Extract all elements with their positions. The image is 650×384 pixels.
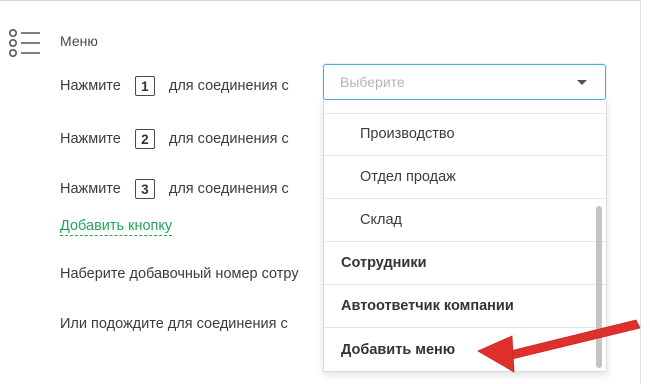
destination-select[interactable]: Выберите xyxy=(323,64,606,100)
key-row-2: Нажмите 2 для соединения с xyxy=(60,127,289,151)
row-prefix: Нажмите xyxy=(60,131,121,147)
right-divider xyxy=(640,0,641,384)
menu-title: Меню xyxy=(60,33,98,49)
dropdown-option-sales[interactable]: Отдел продаж xyxy=(324,156,606,199)
row-prefix: Нажмите xyxy=(60,181,121,197)
option-label: Производство xyxy=(360,126,455,142)
row-suffix: для соединения с xyxy=(168,181,289,197)
option-label: Сотрудники xyxy=(341,255,427,271)
select-placeholder: Выберите xyxy=(340,74,405,90)
row-prefix: Нажмите xyxy=(60,78,121,94)
select-dropdown: Производство Отдел продаж Склад Сотрудни… xyxy=(323,100,607,372)
dropdown-option-add-menu[interactable]: Добавить меню xyxy=(324,328,606,371)
dropdown-top-spacer xyxy=(324,100,606,114)
key-badge: 3 xyxy=(134,179,155,199)
dropdown-option-autoresponder[interactable]: Автоответчик компании xyxy=(324,285,606,328)
option-label: Отдел продаж xyxy=(360,169,456,185)
dropdown-option-employees[interactable]: Сотрудники xyxy=(324,242,606,285)
top-divider xyxy=(0,0,640,1)
key-badge: 2 xyxy=(134,129,155,149)
extension-text: Наберите добавочный номер сотру xyxy=(60,266,299,282)
key-row-1: Нажмите 1 для соединения с xyxy=(60,74,289,98)
add-button-link[interactable]: Добавить кнопку xyxy=(60,217,173,236)
list-icon xyxy=(8,28,40,57)
key-badge: 1 xyxy=(134,76,155,96)
dropdown-option-warehouse[interactable]: Склад xyxy=(324,199,606,242)
option-label: Склад xyxy=(360,212,402,228)
dropdown-scrollbar[interactable] xyxy=(596,206,602,368)
dropdown-option-production[interactable]: Производство xyxy=(324,113,606,156)
option-label: Добавить меню xyxy=(341,341,456,358)
row-suffix: для соединения с xyxy=(168,131,289,147)
caret-down-icon[interactable] xyxy=(577,80,587,85)
wait-text: Или подождите для соединения с xyxy=(60,316,288,332)
option-label: Автоответчик компании xyxy=(341,298,514,314)
key-row-3: Нажмите 3 для соединения с xyxy=(60,177,289,201)
row-suffix: для соединения с xyxy=(168,78,289,94)
